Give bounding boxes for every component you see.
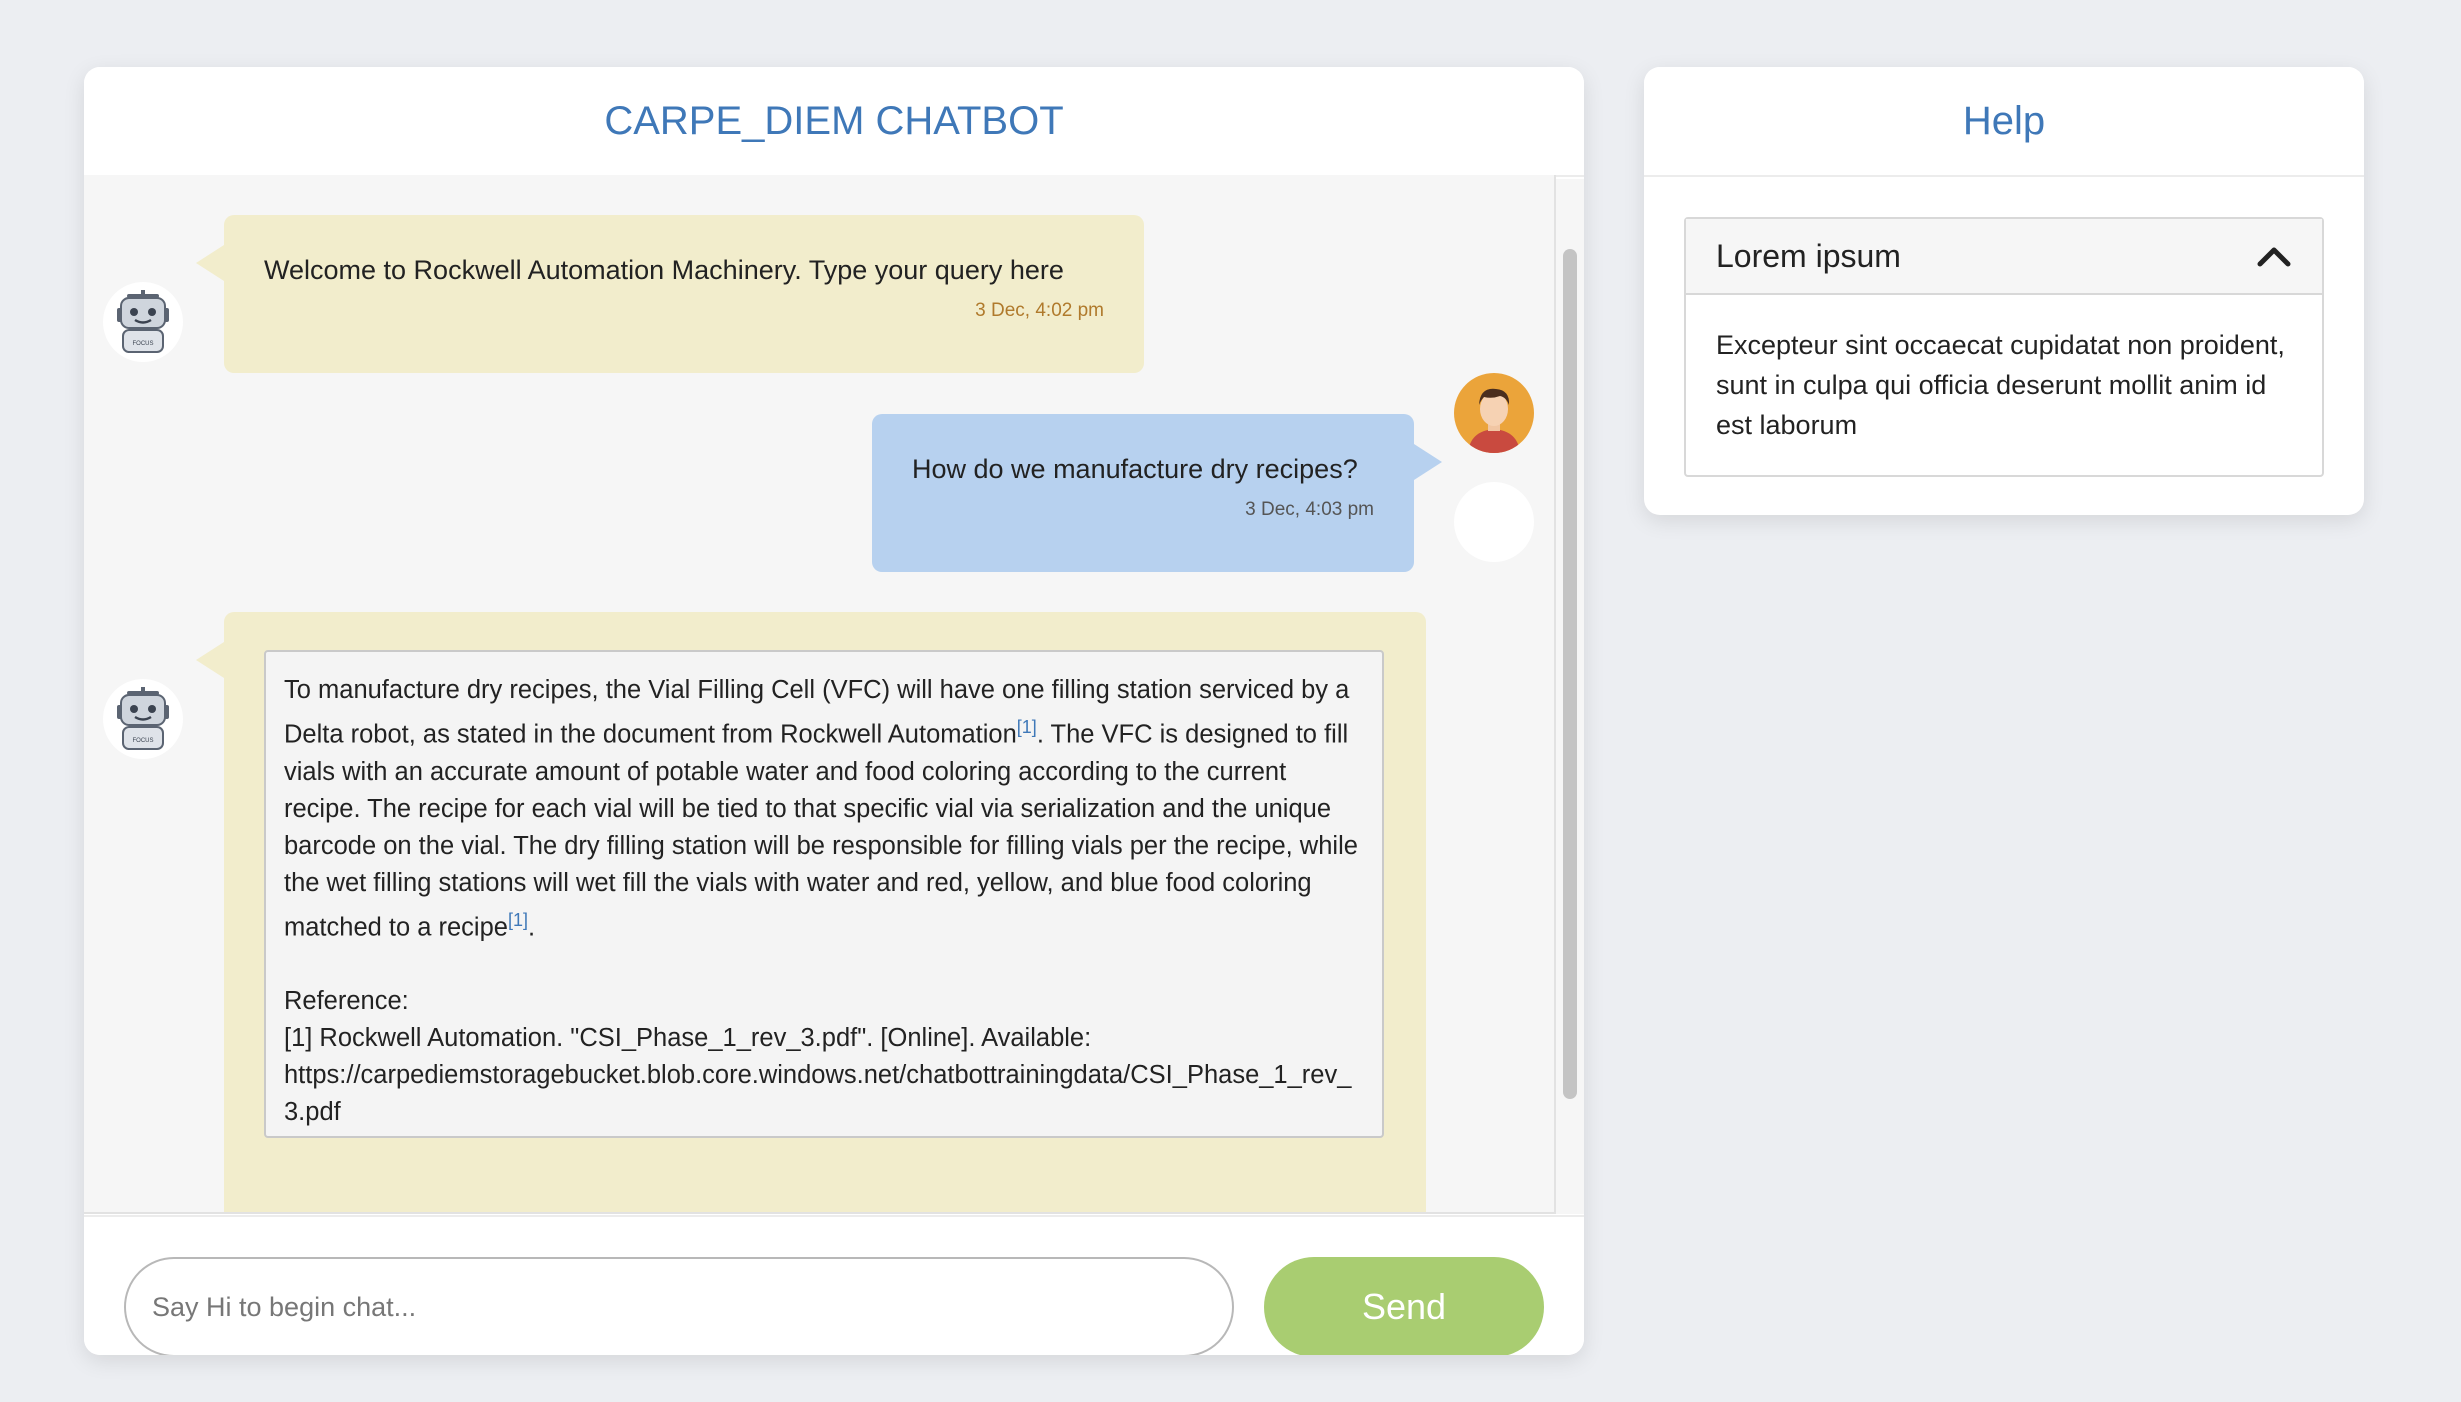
accordion-body: Excepteur sint occaecat cupidatat non pr… (1716, 330, 2285, 440)
user-message: How do we manufacture dry recipes? 3 Dec… (872, 414, 1442, 572)
robot-icon: FOCUS (117, 290, 169, 353)
reference-heading: Reference: (284, 987, 409, 1015)
user-avatar (1454, 482, 1534, 562)
bot-avatar-label: FOCUS (133, 738, 154, 744)
reference-line: [1] Rockwell Automation. "CSI_Phase_1_re… (284, 1024, 1092, 1052)
answer-text: . The VFC is designed to fill vials with… (284, 720, 1358, 942)
chat-panel: CARPE_DIEM CHATBOT FOCUS Welcome to Rock… (84, 67, 1584, 1355)
chat-title: CARPE_DIEM CHATBOT (84, 67, 1584, 177)
bot-message: To manufacture dry recipes, the Vial Fil… (196, 612, 1426, 1212)
citation-link[interactable]: [1] (1017, 717, 1037, 737)
reference-url: https://carpediemstoragebucket.blob.core… (284, 1061, 1352, 1126)
bot-avatar-label: FOCUS (133, 341, 154, 347)
message-timestamp: 3 Dec, 4:03 pm (1245, 499, 1374, 520)
robot-icon: FOCUS (117, 687, 169, 750)
user-avatar-circle (1454, 373, 1534, 453)
bot-answer-box: To manufacture dry recipes, the Vial Fil… (264, 650, 1384, 1138)
answer-text: . (527, 913, 536, 941)
help-title: Help (1644, 67, 2364, 177)
bot-avatar: FOCUS (103, 282, 183, 362)
chat-input-area: Send (84, 1215, 1584, 1355)
chat-scrollbar-thumb[interactable] (1563, 249, 1577, 1099)
help-panel: Help Lorem ipsum Excepteur sint occaecat… (1644, 67, 2364, 515)
chat-scrollbar[interactable] (1556, 179, 1584, 1214)
bot-avatar: FOCUS (103, 679, 183, 759)
chat-messages-area[interactable]: FOCUS Welcome to Rockwell Automation Mac… (84, 175, 1556, 1214)
message-text: Welcome to Rockwell Automation Machinery… (264, 255, 1064, 285)
citation-link[interactable]: [1] (508, 910, 528, 930)
message-text: How do we manufacture dry recipes? (912, 454, 1358, 484)
person-icon (1468, 388, 1520, 453)
message-timestamp: 3 Dec, 4:02 pm (975, 300, 1104, 321)
accordion-heading: Lorem ipsum (1716, 237, 1901, 274)
help-accordion: Lorem ipsum Excepteur sint occaecat cupi… (1684, 217, 2324, 477)
accordion-header[interactable]: Lorem ipsum (1686, 219, 2322, 295)
bot-message: Welcome to Rockwell Automation Machinery… (196, 215, 1144, 373)
send-button[interactable]: Send (1264, 1257, 1544, 1355)
chat-input[interactable] (124, 1257, 1234, 1355)
chevron-up-icon[interactable] (2256, 244, 2292, 268)
